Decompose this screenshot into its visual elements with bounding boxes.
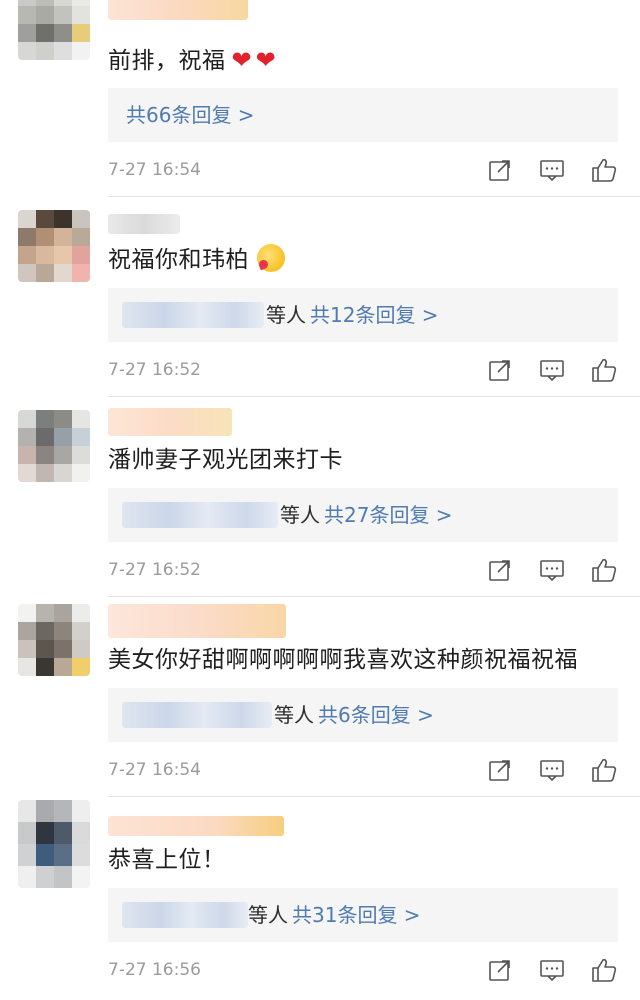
share-icon[interactable] <box>486 156 514 184</box>
comment-time: 7-27 16:52 <box>108 360 201 380</box>
reply-count-link[interactable]: 共27条回复 > <box>324 503 453 527</box>
thumbs-up-icon[interactable] <box>590 556 618 584</box>
reply-count-link[interactable]: 共66条回复 > <box>126 103 255 127</box>
thumbs-up-icon[interactable] <box>590 356 618 384</box>
username-blurred[interactable] <box>108 604 286 638</box>
avatar[interactable] <box>18 410 90 482</box>
thumbs-up-icon[interactable] <box>590 756 618 784</box>
share-icon[interactable] <box>486 356 514 384</box>
username-blurred[interactable] <box>108 816 284 836</box>
reply-users-blurred[interactable] <box>122 902 248 928</box>
comment-item: 前排，祝福 ❤❤ 共66条回复 > 7-27 16:54 <box>0 0 640 200</box>
reply-box[interactable]: 等人 共6条回复 > <box>108 688 618 742</box>
username-blurred[interactable] <box>108 214 180 234</box>
reply-count-link[interactable]: 共12条回复 > <box>310 303 439 327</box>
divider <box>108 196 640 197</box>
comment-icon[interactable] <box>538 556 566 584</box>
reply-summary[interactable]: 等人 共6条回复 > <box>274 700 434 730</box>
reply-users-blurred[interactable] <box>122 302 264 328</box>
comment-text-content: 祝福你和玮柏 <box>108 247 249 273</box>
kissing-face-icon <box>257 244 285 272</box>
comment-text: 恭喜上位！ <box>108 844 226 876</box>
comment-icon[interactable] <box>538 756 566 784</box>
reply-summary[interactable]: 等人 共12条回复 > <box>266 300 439 330</box>
comment-text: 美女你好甜啊啊啊啊啊我喜欢这种颜祝福祝福 <box>108 644 578 676</box>
comment-time: 7-27 16:54 <box>108 760 201 780</box>
username-blurred[interactable] <box>108 408 232 436</box>
thumbs-up-icon[interactable] <box>590 956 618 984</box>
comment-time: 7-27 16:56 <box>108 960 201 980</box>
avatar[interactable] <box>18 210 90 282</box>
divider <box>108 596 640 597</box>
reply-summary[interactable]: 等人 共27条回复 > <box>280 500 453 530</box>
reply-box[interactable]: 等人 共12条回复 > <box>108 288 618 342</box>
comment-time: 7-27 16:52 <box>108 560 201 580</box>
comment-item: 美女你好甜啊啊啊啊啊我喜欢这种颜祝福祝福 等人 共6条回复 > 7-27 16:5… <box>0 600 640 800</box>
reply-users-suffix: 等人 <box>280 503 320 527</box>
reply-summary[interactable]: 等人 共31条回复 > <box>248 900 421 930</box>
avatar[interactable] <box>18 800 90 888</box>
reply-users-blurred[interactable] <box>122 502 278 528</box>
share-icon[interactable] <box>486 956 514 984</box>
comment-icon[interactable] <box>538 956 566 984</box>
comment-text-content: 潘帅妻子观光团来打卡 <box>108 447 343 473</box>
reply-users-suffix: 等人 <box>266 303 306 327</box>
reply-box[interactable]: 等人 共27条回复 > <box>108 488 618 542</box>
comment-icon[interactable] <box>538 356 566 384</box>
comment-text: 前排，祝福 ❤❤ <box>108 44 280 77</box>
reply-users-suffix: 等人 <box>274 703 314 727</box>
comment-icon[interactable] <box>538 156 566 184</box>
comment-text-content: 恭喜上位！ <box>108 847 226 873</box>
reply-box[interactable]: 共66条回复 > <box>108 88 618 142</box>
divider <box>108 796 640 797</box>
share-icon[interactable] <box>486 556 514 584</box>
reply-users-blurred[interactable] <box>122 702 272 728</box>
comment-item: 恭喜上位！ 等人 共31条回复 > 7-27 16:56 <box>0 800 640 1000</box>
comment-text-content: 美女你好甜啊啊啊啊啊我喜欢这种颜祝福祝福 <box>108 647 578 673</box>
reply-box[interactable]: 等人 共31条回复 > <box>108 888 618 942</box>
avatar[interactable] <box>18 0 90 60</box>
divider <box>108 396 640 397</box>
reply-summary[interactable]: 共66条回复 > <box>126 100 255 130</box>
reply-count-link[interactable]: 共6条回复 > <box>318 703 434 727</box>
comment-item: 潘帅妻子观光团来打卡 等人 共27条回复 > 7-27 16:52 <box>0 400 640 600</box>
username-blurred[interactable] <box>108 0 248 20</box>
thumbs-up-icon[interactable] <box>590 156 618 184</box>
reply-users-suffix: 等人 <box>248 903 288 927</box>
avatar[interactable] <box>18 604 90 676</box>
comment-text: 潘帅妻子观光团来打卡 <box>108 444 343 476</box>
reply-count-link[interactable]: 共31条回复 > <box>292 903 421 927</box>
share-icon[interactable] <box>486 756 514 784</box>
comment-item: 祝福你和玮柏 等人 共12条回复 > 7-27 16:52 <box>0 200 640 400</box>
heart-icon: ❤❤ <box>231 46 280 74</box>
comment-text-content: 前排，祝福 <box>108 48 226 74</box>
comment-time: 7-27 16:54 <box>108 160 201 180</box>
comment-text: 祝福你和玮柏 <box>108 244 285 276</box>
